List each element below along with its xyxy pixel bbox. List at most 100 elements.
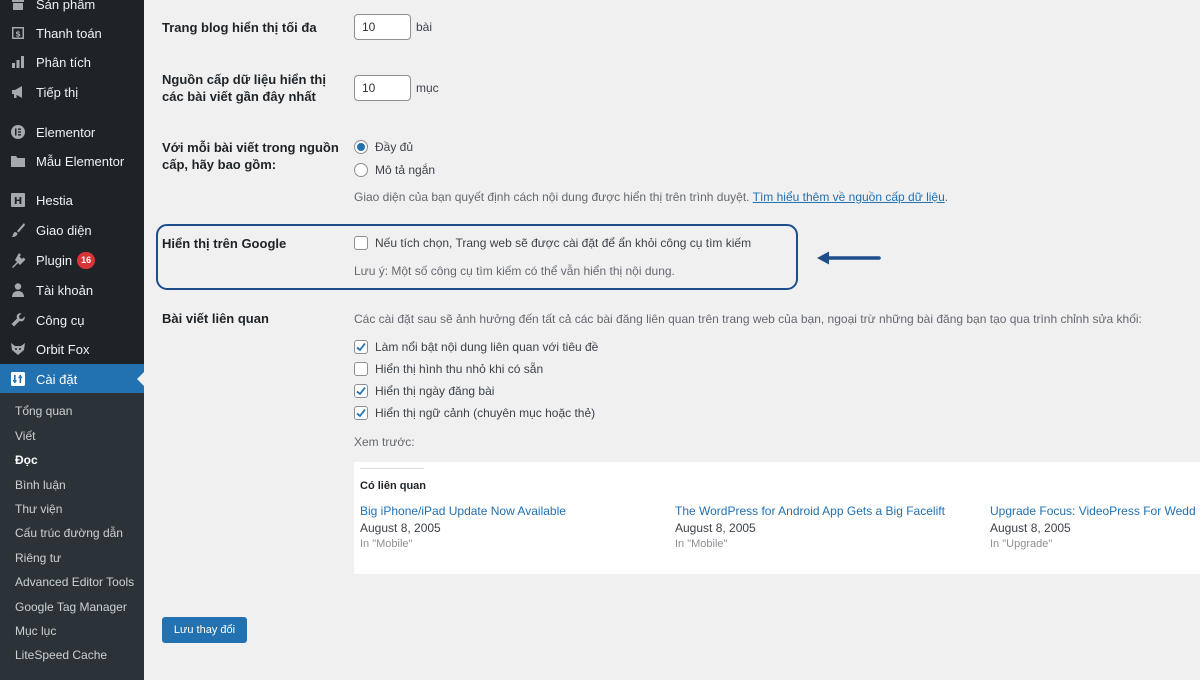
blog-pages-label: Trang blog hiển thị tối đa (162, 20, 317, 35)
menu-item-label: Giao diện (36, 222, 92, 238)
plugin-icon (0, 245, 36, 275)
checkbox-label: Nếu tích chọn, Trang web sẽ được cài đặt… (375, 236, 752, 250)
menu-item-orbit-fox[interactable]: Orbit Fox (0, 334, 144, 364)
feed-posts-input[interactable] (354, 75, 411, 101)
feed-content-label-line1: Với mỗi bài viết trong nguồn (162, 140, 339, 155)
checkmark-icon (356, 408, 366, 418)
submenu-item-discussion[interactable]: Bình luận (15, 478, 66, 492)
submenu-item-media[interactable]: Thư viện (15, 502, 62, 516)
menu-item-label: Sản phẩm (36, 0, 96, 12)
menu-item-users[interactable]: Tài khoản (0, 275, 144, 305)
feed-posts-unit: mục (416, 81, 439, 95)
submenu-item-reading[interactable]: Đọc (15, 453, 38, 467)
annotation-arrow-icon (817, 251, 881, 265)
menu-item-plugins[interactable]: Plugin 16 (0, 245, 144, 275)
user-icon (0, 275, 36, 305)
menu-item-label: Phân tích (36, 54, 91, 70)
feed-content-label-line2: cấp, hãy bao gồm: (162, 157, 277, 172)
menu-item-label: Tiếp thị (36, 84, 79, 100)
menu-item-products[interactable]: Sản phẩm (0, 0, 144, 19)
menu-item-label: Elementor (36, 124, 96, 140)
feed-learn-more-link[interactable]: Tìm hiểu thêm về nguồn cấp dữ liệu (753, 190, 945, 204)
menu-item-label: Tài khoản (36, 282, 94, 298)
menu-item-appearance[interactable]: Giao diện (0, 215, 144, 245)
menu-item-elementor-templates[interactable]: Mẫu Elementor (0, 146, 144, 176)
settings-submenu: Tổng quan Viết Đọc Bình luận Thư viện Cấ… (0, 393, 144, 680)
discourage-search-engines-checkbox[interactable] (354, 236, 368, 250)
search-visibility-label: Hiển thị trên Google (162, 236, 287, 251)
checkbox-label: Hiển thị ngữ cảnh (chuyên mục hoặc thẻ) (375, 406, 596, 420)
bar-chart-icon (0, 47, 36, 77)
related-posts-intro: Các cài đặt sau sẽ ảnh hưởng đến tất cả … (354, 312, 1142, 326)
discourage-search-engines-option[interactable]: Nếu tích chọn, Trang web sẽ được cài đặt… (354, 236, 751, 250)
submenu-item-privacy[interactable]: Riêng tư (15, 551, 61, 565)
preview-label: Xem trước: (354, 435, 415, 449)
related-option-checkbox[interactable] (354, 340, 368, 354)
menu-item-elementor[interactable]: Elementor (0, 117, 144, 147)
menu-item-marketing[interactable]: Tiếp thị (0, 77, 144, 107)
feed-content-description: Giao diện của bạn quyết định cách nội du… (354, 190, 948, 204)
preview-post: Upgrade Focus: VideoPress For Wedd Augus… (990, 504, 1196, 550)
submenu-item-advanced-editor-tools[interactable]: Advanced Editor Tools (15, 575, 134, 589)
feed-description-period: . (944, 190, 949, 204)
folder-icon (0, 146, 36, 176)
submenu-item-google-tag-manager[interactable]: Google Tag Manager (15, 600, 127, 614)
feed-content-label: Với mỗi bài viết trong nguồn cấp, hãy ba… (162, 139, 339, 173)
hestia-icon: H (0, 185, 36, 215)
related-option-checkbox[interactable] (354, 384, 368, 398)
preview-post-title[interactable]: Upgrade Focus: VideoPress For Wedd (990, 504, 1196, 518)
preview-post: The WordPress for Android App Gets a Big… (675, 504, 945, 550)
radio-button[interactable] (354, 163, 368, 177)
menu-item-settings[interactable]: Cài đặt (0, 364, 144, 394)
blog-pages-unit: bài (416, 20, 433, 34)
menu-item-label: Cài đặt (36, 371, 78, 387)
radio-label: Mô tả ngắn (375, 163, 436, 177)
search-visibility-note: Lưu ý: Một số công cụ tìm kiếm có thể vẫ… (354, 264, 675, 278)
submenu-item-writing[interactable]: Viết (15, 429, 35, 443)
wrench-icon (0, 305, 36, 335)
related-option-context[interactable]: Hiển thị ngữ cảnh (chuyên mục hoặc thẻ) (354, 406, 595, 420)
related-option-checkbox[interactable] (354, 406, 368, 420)
radio-full-text[interactable]: Đầy đủ (354, 140, 413, 154)
related-posts-preview: Có liên quan Big iPhone/iPad Update Now … (354, 462, 1200, 574)
checkbox-label: Làm nổi bật nội dung liên quan với tiêu … (375, 340, 599, 354)
feed-posts-label-line2: các bài viết gần đây nhất (162, 89, 316, 104)
submenu-item-general[interactable]: Tổng quan (15, 404, 72, 418)
radio-selected-dot (357, 143, 365, 151)
feed-posts-label-line1: Nguồn cấp dữ liệu hiển thị (162, 72, 326, 87)
menu-item-label: Thanh toán (36, 25, 102, 41)
preview-post-category: In "Mobile" (360, 538, 413, 550)
preview-post-title[interactable]: The WordPress for Android App Gets a Big… (675, 504, 945, 518)
preview-heading: Có liên quan (360, 480, 426, 492)
submenu-item-table-of-contents[interactable]: Mục lục (15, 624, 56, 638)
submenu-item-litespeed-cache[interactable]: LiteSpeed Cache (15, 648, 107, 662)
annotation-highlight-box (156, 224, 798, 290)
menu-item-label: Công cụ (36, 312, 85, 328)
admin-sidebar: Sản phẩm $ Thanh toán Phân tích Tiếp thị… (0, 0, 144, 680)
preview-post-category: In "Upgrade" (990, 538, 1053, 550)
update-count-badge: 16 (77, 251, 96, 269)
menu-item-label: Orbit Fox (36, 341, 90, 357)
blog-pages-input[interactable] (354, 14, 411, 40)
related-option-date[interactable]: Hiển thị ngày đăng bài (354, 384, 494, 398)
radio-button[interactable] (354, 140, 368, 154)
dollar-icon: $ (0, 18, 36, 48)
brush-icon (0, 215, 36, 245)
preview-post: Big iPhone/iPad Update Now Available Aug… (360, 504, 566, 550)
fox-icon (0, 334, 36, 364)
menu-item-tools[interactable]: Công cụ (0, 305, 144, 335)
menu-item-payments[interactable]: $ Thanh toán (0, 18, 144, 48)
svg-text:H: H (14, 196, 22, 207)
radio-excerpt[interactable]: Mô tả ngắn (354, 163, 435, 177)
submenu-item-permalinks[interactable]: Cấu trúc đường dẫn (15, 526, 123, 540)
menu-item-analytics[interactable]: Phân tích (0, 47, 144, 77)
related-option-thumbnails[interactable]: Hiển thị hình thu nhỏ khi có sẵn (354, 362, 543, 376)
save-changes-button[interactable]: Lưu thay đổi (162, 617, 247, 643)
checkbox-label: Hiển thị hình thu nhỏ khi có sẵn (375, 362, 544, 376)
preview-post-date: August 8, 2005 (990, 521, 1071, 535)
menu-item-hestia[interactable]: H Hestia (0, 185, 144, 215)
related-option-headline[interactable]: Làm nổi bật nội dung liên quan với tiêu … (354, 340, 598, 354)
preview-post-title[interactable]: Big iPhone/iPad Update Now Available (360, 504, 566, 518)
related-option-checkbox[interactable] (354, 362, 368, 376)
elementor-icon (0, 117, 36, 147)
